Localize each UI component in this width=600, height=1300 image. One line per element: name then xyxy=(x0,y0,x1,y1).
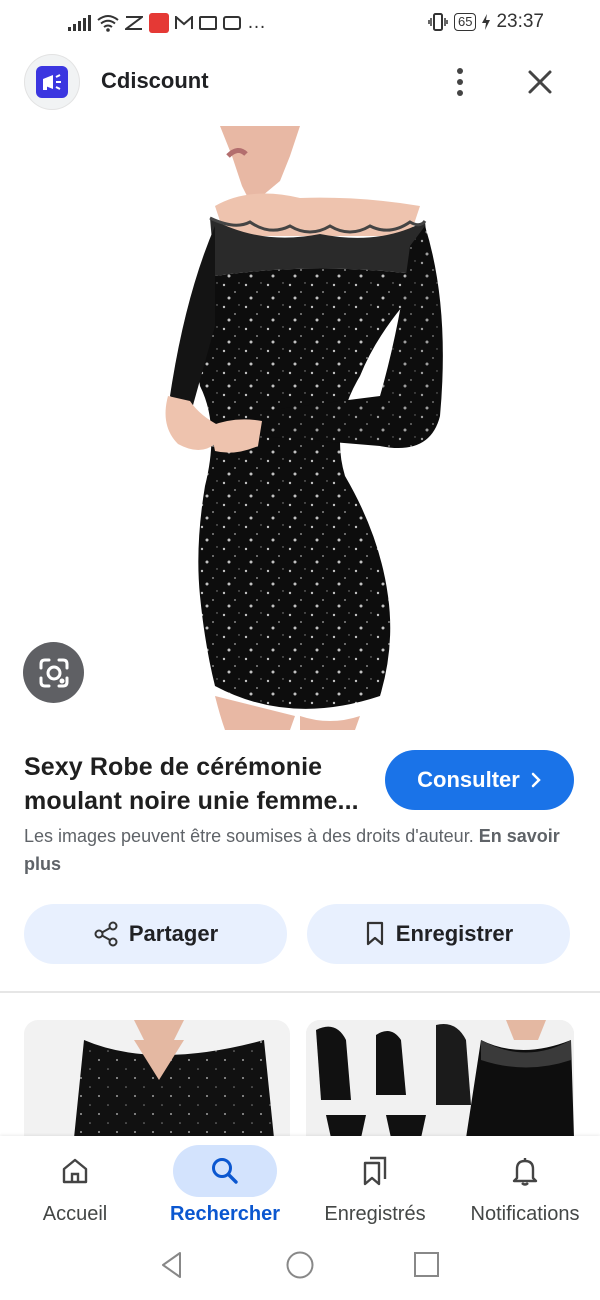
gmail-icon xyxy=(175,16,193,29)
google-lens-button[interactable] xyxy=(23,642,84,703)
vibrate-icon xyxy=(428,13,448,31)
calendar-icon xyxy=(199,16,217,30)
nav-search-label: Rechercher xyxy=(169,1203,281,1225)
search-icon xyxy=(173,1145,277,1197)
bell-icon xyxy=(473,1145,577,1197)
home-icon xyxy=(23,1145,127,1197)
product-title-line1: Sexy Robe de cérémonie xyxy=(24,753,323,781)
app-bar: Cdiscount xyxy=(0,52,600,112)
product-title: Sexy Robe de cérémonie moulant noire uni… xyxy=(24,750,374,818)
site-logo[interactable] xyxy=(24,54,80,110)
save-label: Enregistrer xyxy=(395,921,514,946)
share-icon xyxy=(94,921,118,947)
nav-home-label: Accueil xyxy=(42,1203,108,1225)
nav-notifications-label: Notifications xyxy=(470,1203,580,1225)
status-bar: … 65 23:37 xyxy=(0,0,600,46)
recents-icon[interactable] xyxy=(413,1251,441,1279)
share-button[interactable]: Partager xyxy=(24,904,287,964)
back-icon[interactable] xyxy=(158,1250,186,1280)
copyright-text: Les images peuvent être soumises à des d… xyxy=(24,826,474,846)
nav-saved-label: Enregistrés xyxy=(324,1203,426,1225)
status-icons-right: 65 23:37 xyxy=(428,11,544,33)
site-title: Cdiscount xyxy=(101,68,209,93)
charging-icon xyxy=(482,14,491,30)
product-title-line2: moulant noire unie femme... xyxy=(24,787,359,815)
chevron-right-icon xyxy=(531,772,541,788)
nav-search[interactable]: Rechercher xyxy=(150,1136,300,1226)
nav-notifications[interactable]: Notifications xyxy=(450,1136,600,1226)
sync-icon xyxy=(125,16,143,30)
clock: 23:37 xyxy=(496,11,544,32)
system-navigation xyxy=(0,1236,600,1300)
more-vertical-icon[interactable] xyxy=(444,64,476,100)
section-divider xyxy=(0,991,600,993)
manga-app-icon xyxy=(149,13,169,33)
consult-label: Consulter xyxy=(417,767,520,792)
megaphone-icon xyxy=(36,66,68,98)
photo-icon xyxy=(223,16,241,30)
copyright-notice: Les images peuvent être soumises à des d… xyxy=(24,822,564,878)
signal-icon xyxy=(68,15,91,31)
close-icon[interactable] xyxy=(520,62,560,102)
share-label: Partager xyxy=(128,921,219,946)
status-overflow: … xyxy=(247,12,266,33)
status-icons-left: … xyxy=(68,12,266,34)
home-circle-icon[interactable] xyxy=(285,1250,315,1280)
bookmarks-icon xyxy=(323,1145,427,1197)
nav-home[interactable]: Accueil xyxy=(0,1136,150,1226)
wifi-icon xyxy=(97,15,119,32)
lens-icon xyxy=(39,658,68,687)
related-image[interactable] xyxy=(24,1020,290,1138)
battery-level: 65 xyxy=(453,13,477,31)
save-button[interactable]: Enregistrer xyxy=(307,904,570,964)
product-image[interactable] xyxy=(0,126,600,730)
consult-button[interactable]: Consulter xyxy=(385,750,574,810)
related-image[interactable] xyxy=(306,1020,574,1138)
nav-saved[interactable]: Enregistrés xyxy=(300,1136,450,1226)
bookmark-icon xyxy=(366,921,383,946)
